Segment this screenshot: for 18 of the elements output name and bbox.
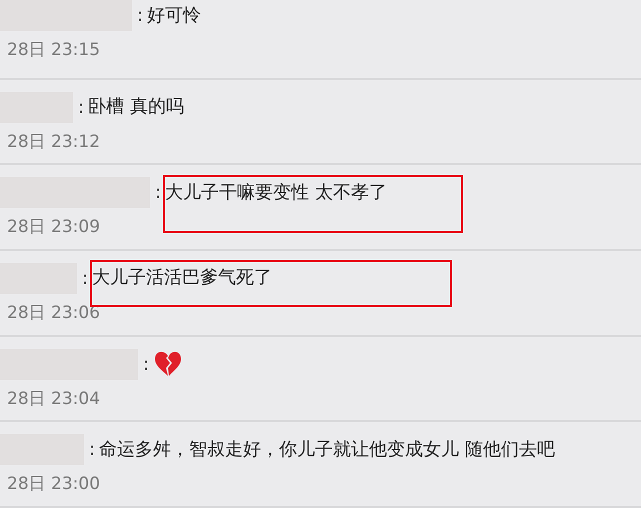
comment-time: 28日 23:04 <box>7 388 102 410</box>
comment-time: 28日 23:00 <box>7 473 102 496</box>
colon: : <box>89 438 96 462</box>
comment-time: 28日 23:09 <box>7 216 102 238</box>
colon: : <box>137 4 144 28</box>
comment-text: 命运多舛，智叔走好，你儿子就让他变成女儿 随他们去吧 <box>99 438 555 462</box>
comment-text: 卧槽 真的吗 <box>88 95 184 120</box>
colon: : <box>143 352 150 377</box>
comment-text: 好可怜 <box>147 4 202 28</box>
comment-time: 28日 23:06 <box>7 302 102 324</box>
broken-heart-icon <box>153 350 184 378</box>
comment-time: 28日 23:15 <box>7 39 102 61</box>
colon: : <box>78 96 84 120</box>
comment-text: 大儿子活活巴爹气死了 <box>92 266 272 290</box>
comment-text: 大儿子干嘛要变性 太不孝了 <box>165 180 387 205</box>
comment-time: 28日 23:12 <box>7 130 102 153</box>
colon: : <box>82 266 88 291</box>
colon: : <box>155 181 162 206</box>
